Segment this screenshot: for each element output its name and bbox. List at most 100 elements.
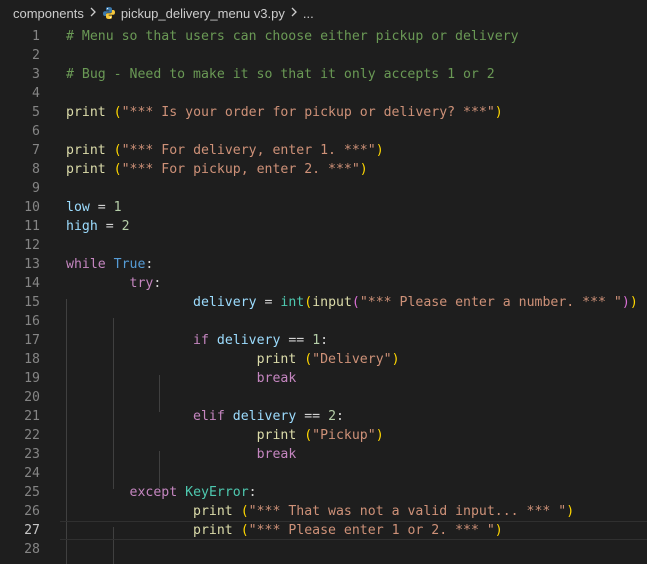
code-token: ) [375,428,384,443]
code-token: = [256,295,281,310]
code-token: print [256,352,297,367]
code-line[interactable]: 12 [0,236,647,255]
line-number: 21 [24,409,40,424]
code-token: print [66,105,106,120]
code-line[interactable]: 1 # Menu so that users can choose either … [0,27,647,46]
line-number: 11 [24,219,40,234]
code-token: ( [351,295,360,310]
code-text: high = 2 [66,217,130,236]
code-line[interactable]: 27 print ("*** Please enter 1 or 2. *** … [0,521,647,540]
line-number: 24 [24,466,40,481]
code-line[interactable]: 28 [0,540,647,559]
code-text: delivery = int(input("*** Please enter a… [66,293,638,312]
line-number: 4 [32,86,40,101]
line-number: 1 [32,29,40,44]
breadcrumb: components pickup_delivery_menu v3.py ..… [0,0,647,26]
code-line[interactable]: 25 except KeyError: [0,483,647,502]
code-line[interactable]: 14 try: [0,274,647,293]
code-editor[interactable]: 1 # Menu so that users can choose either … [0,26,647,564]
code-line[interactable]: 26 print ("*** That was not a valid inpu… [0,502,647,521]
code-line[interactable]: 8 print ("*** For pickup, enter 2. ***") [0,160,647,179]
chevron-right-icon [290,6,298,20]
line-number: 18 [24,352,40,367]
code-token: ) [375,143,384,158]
code-line[interactable]: 5 print ("*** Is your order for pickup or… [0,103,647,122]
code-token: ( [240,504,249,519]
line-number: 22 [24,428,40,443]
breadcrumb-ellipsis[interactable]: ... [303,6,314,21]
code-line[interactable]: 6 [0,122,647,141]
code-token: high [66,219,98,234]
code-line[interactable]: 11 high = 2 [0,217,647,236]
code-token: == [296,409,329,424]
code-token: ( [113,143,122,158]
code-text: # Bug - Need to make it so that it only … [66,65,495,84]
code-line[interactable]: 3 # Bug - Need to make it so that it only… [0,65,647,84]
code-token: "*** Please enter 1 or 2. *** " [248,523,495,538]
line-number: 8 [32,162,40,177]
code-token: ) [621,295,630,310]
code-line[interactable]: 4 [0,84,647,103]
line-number: 15 [24,295,40,310]
code-line[interactable]: 16 [0,312,647,331]
code-line[interactable]: 15 delivery = int(input("*** Please ente… [0,293,647,312]
line-number: 13 [24,257,40,272]
code-text: print ("Delivery") [66,350,400,369]
line-number: 9 [32,181,40,196]
code-token: : [336,409,344,424]
line-number: 5 [32,105,40,120]
code-line[interactable]: 9 [0,179,647,198]
code-text: break [66,445,297,464]
line-number: 2 [32,48,40,63]
code-line[interactable]: 24 [0,464,647,483]
code-text: low = 1 [66,198,122,217]
code-text: try: [66,274,162,293]
line-number: 10 [24,200,40,215]
code-text: break [66,369,297,388]
code-token: if [193,333,209,348]
code-line[interactable]: 18 print ("Delivery") [0,350,647,369]
code-line[interactable]: 22 print ("Pickup") [0,426,647,445]
code-token: "*** Please enter a number. *** " [359,295,622,310]
line-number: 6 [32,124,40,139]
code-text: print ("*** Please enter 1 or 2. *** ") [66,521,503,540]
code-text: # Menu so that users can choose either p… [66,27,519,46]
code-line[interactable]: 21 elif delivery == 2: [0,407,647,426]
line-number: 25 [24,485,40,500]
code-text: while True: [66,255,153,274]
code-token: while [66,257,106,272]
code-line[interactable]: 17 if delivery == 1: [0,331,647,350]
code-line[interactable]: 7 print ("*** For delivery, enter 1. ***"… [0,141,647,160]
code-text: print ("*** That was not a valid input..… [66,502,574,521]
breadcrumb-file[interactable]: pickup_delivery_menu v3.py [121,6,285,21]
code-line[interactable]: 13 while True: [0,255,647,274]
code-token: input [312,295,352,310]
code-token: delivery [193,295,257,310]
breadcrumb-folder[interactable]: components [13,6,84,21]
code-token: low [66,200,90,215]
code-line[interactable]: 23 break [0,445,647,464]
code-line[interactable]: 10 low = 1 [0,198,647,217]
code-token: ) [494,105,503,120]
code-token: "*** For pickup, enter 2. ***" [121,162,360,177]
code-text: print ("*** Is your order for pickup or … [66,103,503,122]
code-line[interactable]: 19 break [0,369,647,388]
code-line[interactable]: 2 [0,46,647,65]
code-line[interactable]: 20 [0,388,647,407]
